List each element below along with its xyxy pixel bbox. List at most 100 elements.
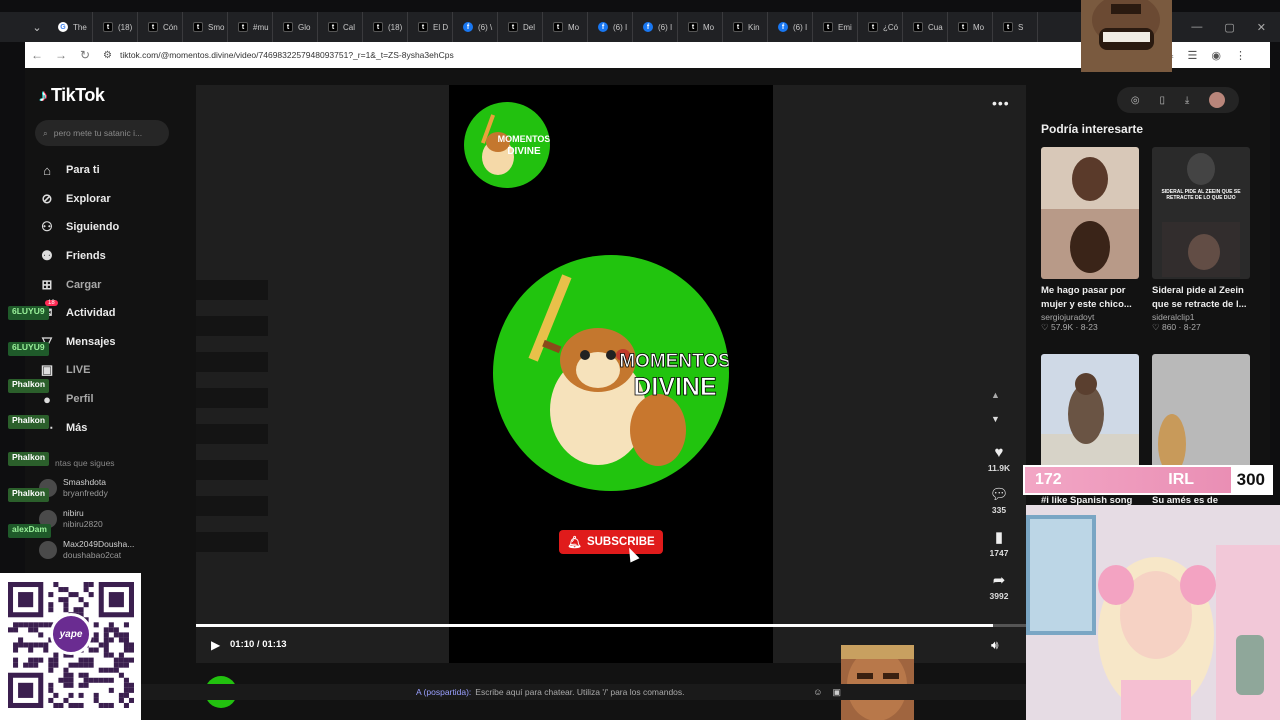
browser-tab[interactable]: t ¿Có [858,12,903,42]
sidebar-item-siguiendo[interactable]: ⚇ Siguiendo [39,213,189,242]
subscribe-button[interactable]: 🔔︎ SUBSCRIBE [559,530,663,554]
sidebar-item-cargar[interactable]: ⊞ Cargar [39,270,189,299]
reload-icon[interactable]: ↻ [73,48,97,62]
minimize-icon[interactable]: — [1191,21,1202,33]
blurred-row [196,496,268,516]
browser-tab[interactable]: t Smo [183,12,228,42]
qr-module [68,682,74,688]
browser-tab[interactable]: f (6) I [588,12,633,42]
sidebar-item-friends[interactable]: ⚉ Friends [39,242,189,271]
tiktok-icon: t [913,22,923,32]
browser-tab[interactable]: t Del [498,12,543,42]
qr-module [33,657,39,663]
qr-module [103,667,109,673]
sidebar-item-explorar[interactable]: ⊘ Explorar [39,185,189,214]
more-options-icon[interactable]: ••• [992,95,1010,111]
url-text[interactable]: tiktok.com/@momentos.divine/video/746983… [120,50,454,60]
rec-author: sergiojuradoyt [1041,312,1095,322]
browser-tab[interactable]: t Emi [813,12,858,42]
qr-module [128,687,134,693]
qr-module [113,632,119,638]
chat-username: Phalkon [8,452,50,466]
save-button[interactable]: ▮ 1747 [981,529,1017,558]
video-time: 01:10 / 01:13 [230,639,287,650]
browser-tab[interactable]: f (6) I [768,12,813,42]
browser-tab[interactable]: f (6) I [633,12,678,42]
extensions-icon[interactable]: ☰ [1188,49,1198,62]
nav-icon: ● [43,391,51,407]
browser-tab[interactable]: t Cón [138,12,183,42]
logo-text: TikTok [51,85,105,105]
phone-icon[interactable]: ▯ [1159,95,1165,106]
browser-tab[interactable]: t Mo [678,12,723,42]
browser-tab[interactable]: t Kin [723,12,768,42]
browser-tab[interactable]: t El D [408,12,453,42]
followed-account[interactable]: Max2049Dousha... doushabao2cat [39,539,134,561]
browser-tab[interactable]: t Mo [543,12,588,42]
meme-face-overlay [1081,0,1172,72]
comment-button[interactable]: 💬︎ 335 [981,486,1017,515]
recommended-video[interactable]: Me hago pasar por mujer y este chico... … [1041,147,1139,333]
download-icon[interactable]: ⤓ [1185,95,1189,106]
site-info-icon[interactable]: ⚙ [103,50,112,61]
recommended-video[interactable]: SIDERAL PIDE AL ZEEIN QUE SE RETRACTE DE… [1152,147,1250,333]
qr-module [108,592,124,608]
user-avatar[interactable] [1209,92,1226,108]
sidebar-item-mensajes[interactable]: ▽Mensajes [39,328,189,357]
play-icon[interactable]: ▶ [211,638,220,652]
qr-module [123,662,129,668]
search-input[interactable]: ⌕ pero mete tu satanic i... [35,120,169,146]
close-icon[interactable]: ✕ [1257,21,1266,34]
compass-icon[interactable]: ◎ [1131,95,1140,106]
browser-tab[interactable]: t (18) [93,12,138,42]
emoji-icon[interactable]: ☺ [813,687,822,698]
previous-video-icon[interactable]: ▲ [991,390,1000,400]
browser-tab[interactable]: t Cal [318,12,363,42]
qr-module [128,642,134,648]
back-icon[interactable]: ← [25,48,49,62]
browser-tab[interactable]: t Glo [273,12,318,42]
chat-input[interactable]: A (pospartida): Escribe aquí para chatea… [141,684,1026,700]
irl-right-count: 300 [1230,467,1271,493]
menu-icon[interactable]: ⋮ [1235,49,1246,62]
qr-module [93,692,99,698]
browser-tab-label: Cal [343,22,356,32]
forward-icon[interactable]: → [49,48,73,62]
sidebar-item-más[interactable]: ⋯Más [39,413,189,442]
qr-module [108,687,114,693]
browser-tab-label: #mu [253,22,269,32]
video-progress-bar[interactable] [196,624,1026,627]
profile-icon[interactable]: ◉ [1211,49,1221,62]
qr-module [63,597,69,603]
tiktok-logo[interactable]: ♪ TikTok [39,85,105,106]
qr-module [78,662,84,668]
video-player[interactable]: MOMENTOS DIVINE MOMENTOS DIVINE 🔔︎ SUBSC… [449,85,773,663]
sidebar-item-perfil[interactable]: ● Perfil [39,385,189,414]
qr-module [13,647,19,653]
tab-search-icon[interactable]: ⌄ [26,16,48,38]
tiktok-icon: t [148,22,158,32]
next-video-icon[interactable]: ▼ [991,414,1000,424]
browser-tab[interactable]: t (18) [363,12,408,42]
sidebar-item-live[interactable]: ▣ LIVE [39,356,189,385]
qr-module [93,677,99,683]
tiktok-icon: t [103,22,113,32]
volume-icon[interactable]: 🔊︎ [991,638,999,653]
maximize-icon[interactable]: ▢ [1224,21,1234,34]
sidebar-item-para-ti[interactable]: ⌂ Para ti [39,156,189,185]
browser-tab[interactable]: t Cua [903,12,948,42]
browser-tab[interactable]: G The [48,12,93,42]
browser-tab[interactable]: f (6) \ [453,12,498,42]
sidebar-item-actividad[interactable]: ✉Actividad [39,299,189,328]
browser-tab[interactable]: t #mu [228,12,273,42]
emote-icon[interactable]: ▣ [832,687,841,698]
qr-module [103,702,109,708]
qr-module [53,702,59,708]
browser-tab[interactable]: t Mo [948,12,993,42]
browser-tab-label: (6) I [658,22,673,32]
share-button[interactable]: ➦ 3992 [981,572,1017,601]
browser-tab[interactable]: tS [993,12,1038,42]
followed-account[interactable]: Smashdota bryanfreddy [39,477,108,499]
qr-module [88,592,94,598]
like-button[interactable]: ♥ 11.9K [981,444,1017,473]
